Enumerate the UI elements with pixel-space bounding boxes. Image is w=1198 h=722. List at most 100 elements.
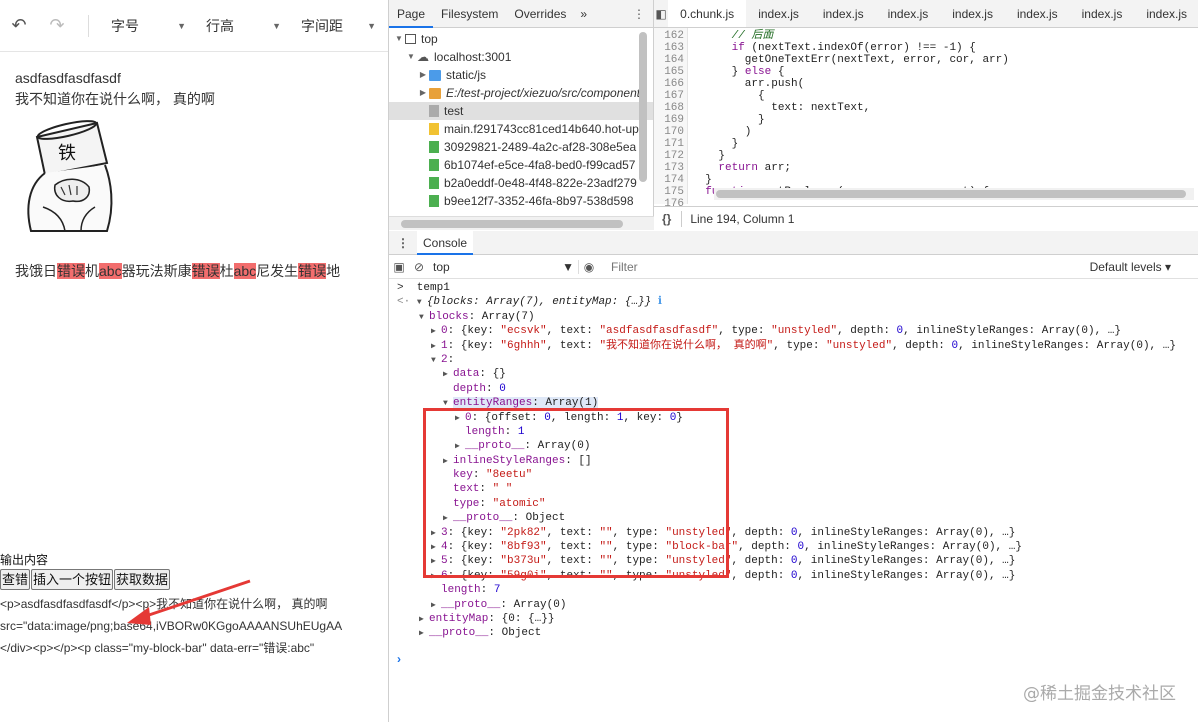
tree-node[interactable]: ▶ __proto__: Object (389, 511, 1198, 525)
file-tree-item[interactable]: ▼ ☁ localhost:3001 (389, 48, 653, 66)
error-highlight-line[interactable]: 我饿日错误机abc器玩法斯康错误杜abc尼发生错误地 (15, 260, 388, 282)
tree-node[interactable]: ▶ 0: {key: "ecsvk", text: "asdfasdfasdfas… (389, 324, 1198, 338)
editor-tab[interactable]: index.js (1005, 0, 1070, 27)
line-number[interactable]: 172 (654, 150, 688, 162)
code-line[interactable]: 162 // 后面 (654, 30, 1198, 42)
line-number[interactable]: 162 (654, 30, 688, 42)
error-highlight[interactable]: 错误 (298, 263, 327, 279)
check-errors-button[interactable]: 查错 (0, 569, 31, 590)
tree-node[interactable]: ▶ 6: {key: "59g0i", text: "", type: "unst… (389, 569, 1198, 583)
editor-line[interactable]: 我不知道你在说什么啊， 真的啊 (15, 89, 388, 110)
tree-node[interactable]: ▶ 0: {offset: 0, length: 1, key: 0} (389, 411, 1198, 425)
filter-input[interactable] (605, 257, 955, 276)
line-number[interactable]: 163 (654, 42, 688, 54)
tree-node[interactable]: ▶ entityMap: {0: {…}} (389, 612, 1198, 626)
tree-node[interactable]: ▶ 3: {key: "2pk82", text: "", type: "unst… (389, 526, 1198, 540)
code-line[interactable]: 167 { (654, 90, 1198, 102)
line-number[interactable]: 175 (654, 186, 688, 198)
collapse-arrow-icon[interactable]: ▶ (417, 84, 429, 102)
code-line[interactable]: 172 } (654, 150, 1198, 162)
editor-tab[interactable]: index.js (811, 0, 876, 27)
line-number[interactable]: 169 (654, 114, 688, 126)
tree-node[interactable]: ▶ 4: {key: "8bf93", text: "", type: "bloc… (389, 540, 1198, 554)
code-line[interactable]: 168 text: nextText, (654, 102, 1198, 114)
editor-tab[interactable]: index.js (1134, 0, 1198, 27)
tree-node[interactable]: ▶ __proto__: Array(0) (389, 598, 1198, 612)
error-highlight[interactable]: abc (233, 263, 257, 279)
more-tabs-icon[interactable]: » (574, 7, 593, 21)
line-number[interactable]: 173 (654, 162, 688, 174)
code-lines[interactable]: 162 // 后面 163 if (nextText.indexOf(error)… (654, 30, 1198, 210)
line-number[interactable]: 167 (654, 90, 688, 102)
error-highlight[interactable]: 错误 (191, 263, 220, 279)
file-tree-item[interactable]: b2a0eddf-0e48-4f48-822e-23adf279 (389, 174, 653, 192)
editor-tab[interactable]: index.js (1070, 0, 1135, 27)
expand-arrow-icon[interactable]: ▼ (405, 48, 417, 66)
bucket-meme-image[interactable]: 铁 (15, 115, 127, 233)
redo-icon[interactable]: ↷ (38, 0, 76, 52)
tree-node[interactable]: ▶ 5: {key: "b373u", text: "", type: "unst… (389, 554, 1198, 568)
kebab-menu-icon[interactable]: ⋮ (625, 7, 653, 21)
code-line[interactable]: 171 } (654, 138, 1198, 150)
line-number[interactable]: 174 (654, 174, 688, 186)
editor-tab[interactable]: index.js (746, 0, 811, 27)
tree-node[interactable]: ▶ inlineStyleRanges: [] (389, 454, 1198, 468)
tree-node[interactable]: ▼ entityRanges: Array(1) (389, 396, 1198, 410)
collapse-arrow-icon[interactable]: ▶ (417, 66, 429, 84)
file-tree-item[interactable]: b9ee12f7-3352-46fa-8b97-538d598 (389, 192, 653, 210)
rich-text-editor[interactable]: asdfasdfasdfasdf 我不知道你在说什么啊， 真的啊 铁 我饿日错误… (15, 68, 388, 282)
line-number[interactable]: 171 (654, 138, 688, 150)
toggle-navigator-icon[interactable]: ◧ (654, 7, 668, 21)
navigator-horizontal-scrollbar[interactable] (389, 216, 654, 230)
code-line[interactable]: 174 } (654, 174, 1198, 186)
code-line[interactable]: 163 if (nextText.indexOf(error) !== -1) … (654, 42, 1198, 54)
tree-node[interactable]: ▶ __proto__: Object (389, 626, 1198, 640)
line-number[interactable]: 170 (654, 126, 688, 138)
code-line[interactable]: 166 arr.push( (654, 78, 1198, 90)
line-height-select[interactable]: 行高 ▼ (196, 0, 291, 52)
clear-console-icon[interactable]: ⊘ (409, 260, 429, 274)
editor-tab[interactable]: index.js (940, 0, 1005, 27)
navigator-vertical-scrollbar[interactable] (637, 30, 649, 216)
editor-tab[interactable]: index.js (876, 0, 941, 27)
tree-node[interactable]: ▼ blocks: Array(7) (389, 310, 1198, 324)
file-tree-item[interactable]: main.f291743cc81ced14b640.hot-up (389, 120, 653, 138)
context-selector[interactable]: top ▼ (429, 259, 579, 274)
file-tree-item[interactable]: ▶ static/js (389, 66, 653, 84)
editor-line[interactable]: asdfasdfasdfasdf (15, 68, 388, 89)
error-highlight[interactable]: abc (99, 263, 122, 279)
tab-filesystem[interactable]: Filesystem (433, 7, 506, 21)
editor-tab[interactable]: 0.chunk.js (668, 0, 747, 27)
code-line[interactable]: 165 } else { (654, 66, 1198, 78)
file-tree-item[interactable]: 6b1074ef-e5ce-4fa8-bed0-f99cad57 (389, 156, 653, 174)
font-size-select[interactable]: 字号 ▼ (101, 0, 196, 52)
error-highlight[interactable]: 错误 (57, 263, 85, 279)
tab-console[interactable]: Console (417, 230, 474, 255)
code-line[interactable]: 169 } (654, 114, 1198, 126)
sidebar-toggle-icon[interactable]: ▣ (389, 260, 409, 274)
log-levels-dropdown[interactable]: Default levels ▾ (1090, 260, 1171, 274)
tree-node[interactable]: ▶ __proto__: Array(0) (389, 439, 1198, 453)
tree-node[interactable]: ▼ 2: (389, 353, 1198, 367)
code-line[interactable]: 164 getOneTextErr(nextText, error, cor, … (654, 54, 1198, 66)
pretty-print-icon[interactable]: {} (662, 212, 671, 226)
line-number[interactable]: 164 (654, 54, 688, 66)
drawer-menu-icon[interactable]: ⋮ (389, 236, 417, 250)
eye-icon[interactable]: ◉ (579, 260, 599, 274)
line-number[interactable]: 168 (654, 102, 688, 114)
code-line[interactable]: 170 ) (654, 126, 1198, 138)
file-tree-item[interactable]: ▼ top (389, 30, 653, 48)
tree-node[interactable]: ▶ data: {} (389, 367, 1198, 381)
code-horizontal-scrollbar[interactable] (714, 188, 1194, 200)
file-tree-item[interactable]: ▶ E:/test-project/xiezuo/src/component (389, 84, 653, 102)
insert-button-button[interactable]: 插入一个按钮 (31, 569, 114, 590)
console-prompt-icon[interactable]: › (397, 652, 401, 666)
tab-overrides[interactable]: Overrides (506, 7, 574, 21)
file-tree-item[interactable]: test (389, 102, 653, 120)
tree-node[interactable]: ▶ 1: {key: "6ghhh", text: "我不知道你在说什么啊， 真的… (389, 339, 1198, 353)
letter-spacing-select[interactable]: 字间距 ▼ (291, 0, 386, 52)
code-line[interactable]: 173 return arr; (654, 162, 1198, 174)
line-number[interactable]: 166 (654, 78, 688, 90)
tab-page[interactable]: Page (389, 0, 434, 28)
line-number[interactable]: 165 (654, 66, 688, 78)
